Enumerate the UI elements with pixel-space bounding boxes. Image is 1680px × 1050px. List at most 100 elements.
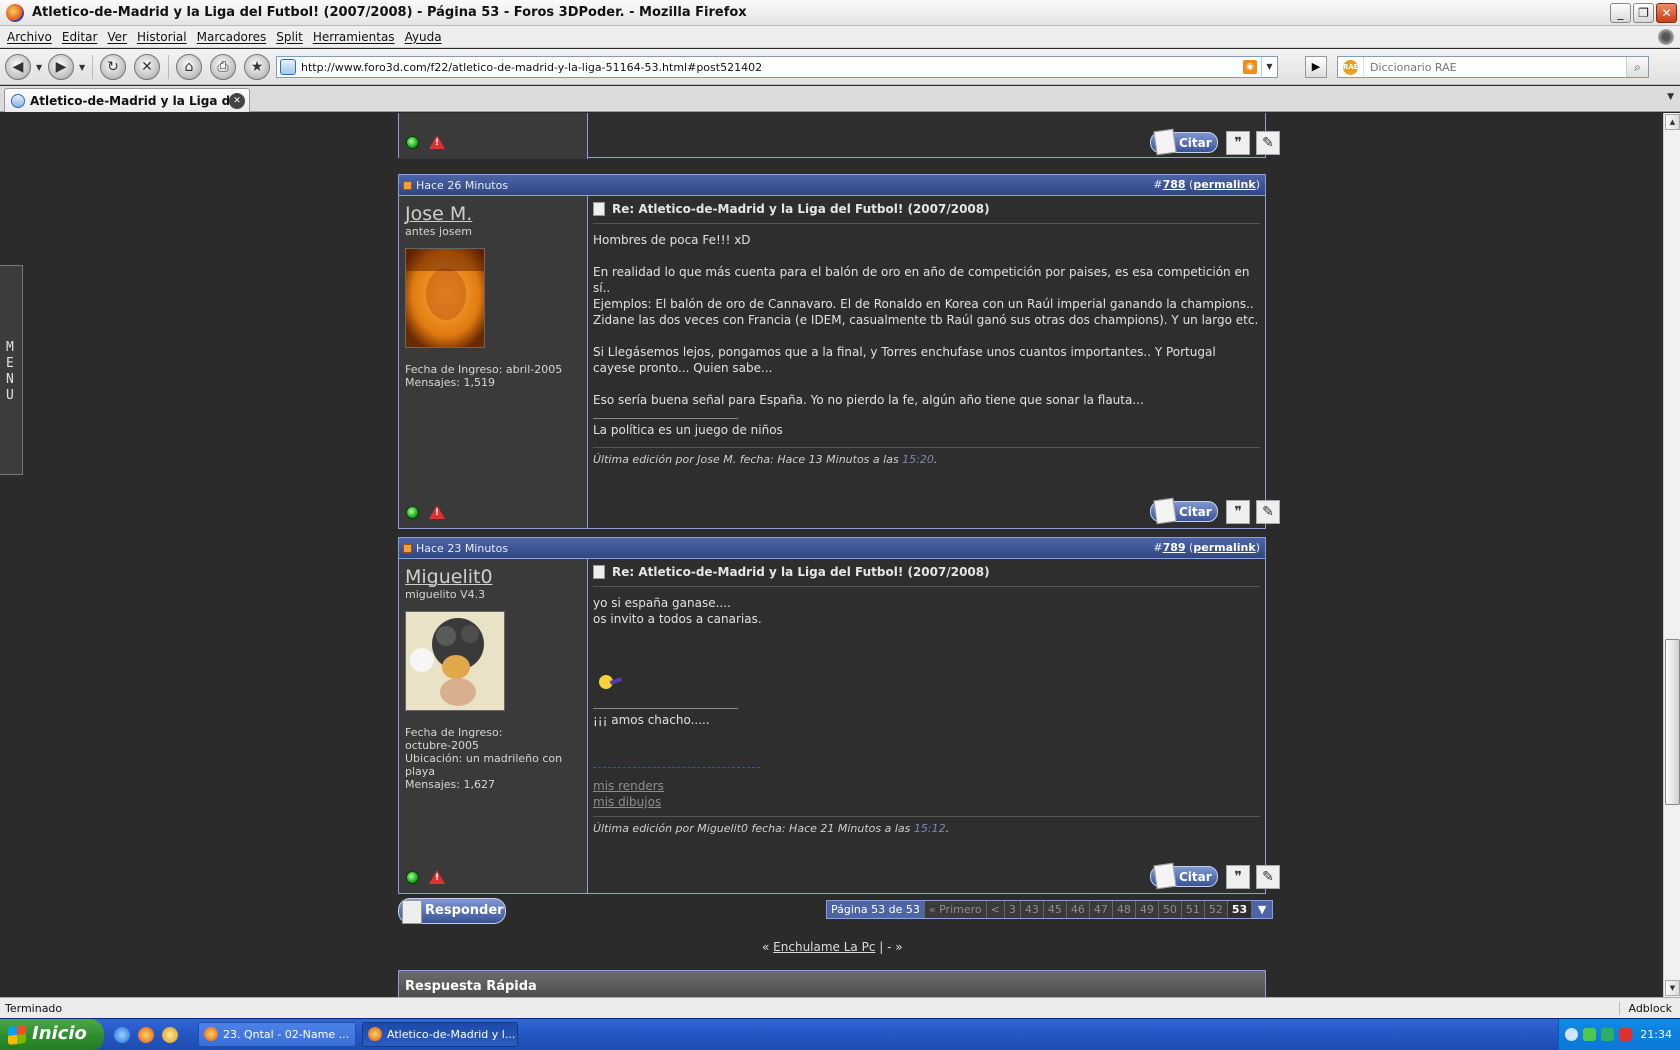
previous-thread-link[interactable]: Enchulame La Pc <box>773 940 875 954</box>
print-icon[interactable]: ⎙ <box>210 54 236 80</box>
edit-note: Última edición por Miguelit0 fecha: Hace… <box>593 816 1260 835</box>
message-column: Re: Atletico-de-Madrid y la Liga del Fut… <box>588 196 1265 495</box>
scroll-down-icon[interactable]: ▼ <box>1665 980 1680 996</box>
maximize-button[interactable]: ❐ <box>1633 3 1654 23</box>
multiquote-icon[interactable]: ❞ <box>1226 500 1250 524</box>
pager-prev-link[interactable]: < <box>987 901 1005 918</box>
menu-marcadores[interactable]: Marcadores <box>194 30 274 44</box>
post-footer: Citar ❞ ✎ <box>399 860 1280 893</box>
search-input[interactable] <box>1364 60 1626 74</box>
scroll-up-icon[interactable]: ▲ <box>1665 114 1680 130</box>
post-footer-actions: Citar ❞ ✎ <box>588 113 1280 159</box>
home-icon[interactable]: ⌂ <box>176 54 202 80</box>
pager-page-link[interactable]: 43 <box>1021 901 1044 918</box>
bookmark-star-icon[interactable]: ★ <box>244 54 270 80</box>
quick-edit-icon[interactable]: ✎ <box>1256 865 1280 889</box>
user-join-label: Fecha de Ingreso: <box>405 726 503 739</box>
quick-edit-icon[interactable]: ✎ <box>1256 131 1280 155</box>
pager-menu-dropdown-icon[interactable]: ▼ <box>1252 901 1273 918</box>
tab-atletico-thread[interactable]: Atletico-de-Madrid y la Liga del F... ✕ <box>4 88 250 112</box>
menu-ver[interactable]: Ver <box>104 30 134 44</box>
quote-button[interactable]: Citar <box>1150 132 1218 153</box>
tab-list-dropdown-icon[interactable]: ▼ <box>1667 92 1674 102</box>
back-icon[interactable]: ◀ <box>5 54 31 80</box>
user-info-column: Miguelit0 miguelito V4.3 Fecha de Ingres… <box>399 559 588 860</box>
winamp-icon[interactable] <box>162 1027 178 1043</box>
pager-page-link[interactable]: 51 <box>1182 901 1205 918</box>
forward-history-dropdown-icon[interactable]: ▼ <box>79 63 85 72</box>
pager-page-link[interactable]: 49 <box>1136 901 1159 918</box>
menu-ayuda[interactable]: Ayuda <box>402 30 449 44</box>
adblock-status[interactable]: Adblock <box>1619 1001 1680 1015</box>
taskbar-clock: 21:34 <box>1640 1028 1672 1041</box>
vertical-scrollbar[interactable]: ▲ ▼ <box>1663 113 1680 997</box>
url-text[interactable]: http://www.foro3d.com/f22/atletico-de-ma… <box>301 61 1243 74</box>
username-link[interactable]: Miguelit0 <box>405 566 587 588</box>
quote-button[interactable]: Citar <box>1150 501 1218 522</box>
edit-note-text: Última edición por Jose M. fecha: Hace 1… <box>593 453 903 466</box>
pager-page-link[interactable]: 52 <box>1205 901 1228 918</box>
tray-network-icon[interactable] <box>1601 1028 1614 1041</box>
username-link[interactable]: Jose M. <box>405 203 587 225</box>
tray-messenger-icon[interactable] <box>1583 1028 1596 1041</box>
search-engine-icon[interactable]: RAE <box>1338 57 1364 77</box>
post-number-link[interactable]: 788 <box>1163 178 1186 191</box>
pager-page-link[interactable]: 3 <box>1005 901 1021 918</box>
url-dropdown-icon[interactable]: ▼ <box>1261 57 1277 77</box>
post-number-link[interactable]: 789 <box>1163 541 1186 554</box>
post-number: #789 (permalink) <box>1153 541 1260 554</box>
pager-first-link[interactable]: « Primero <box>925 901 987 918</box>
report-post-icon[interactable] <box>429 505 445 519</box>
search-bar[interactable]: RAE ⌕ <box>1337 56 1649 78</box>
tab-strip: Atletico-de-Madrid y la Liga del F... ✕ … <box>0 86 1680 112</box>
side-menu-label: MENU <box>6 340 14 403</box>
internet-explorer-icon[interactable] <box>114 1027 130 1043</box>
report-post-icon[interactable] <box>429 135 445 149</box>
quick-edit-icon[interactable]: ✎ <box>1256 500 1280 524</box>
menu-split[interactable]: Split <box>273 30 310 44</box>
post-time-text: Hace 23 Minutos <box>416 542 509 555</box>
rss-feed-icon[interactable]: ◉ <box>1243 60 1257 74</box>
back-history-dropdown-icon[interactable]: ▼ <box>36 63 42 72</box>
menu-archivo[interactable]: Archivo <box>4 30 59 44</box>
stop-icon[interactable]: ✕ <box>134 54 160 80</box>
report-post-icon[interactable] <box>429 870 445 884</box>
taskbar-winamp-button[interactable]: 23. Qntal - 02-Name ... <box>198 1022 356 1047</box>
taskbar-firefox-button[interactable]: Atletico-de-Madrid y l... <box>362 1022 518 1047</box>
user-avatar[interactable] <box>405 248 486 349</box>
forward-icon[interactable]: ▶ <box>48 54 74 80</box>
tab-label: Atletico-de-Madrid y la Liga del F... <box>30 93 229 108</box>
pager-page-link[interactable]: 47 <box>1090 901 1113 918</box>
user-join-date: octubre-2005 <box>405 739 480 752</box>
reload-icon[interactable]: ↻ <box>100 54 126 80</box>
permalink-link[interactable]: permalink <box>1193 178 1255 191</box>
scrollbar-thumb[interactable] <box>1665 639 1680 805</box>
reply-button[interactable]: Responder <box>398 898 506 924</box>
close-window-button[interactable]: ✕ <box>1656 3 1677 23</box>
url-bar[interactable]: http://www.foro3d.com/f22/atletico-de-ma… <box>276 56 1278 78</box>
go-button[interactable]: ▶ <box>1305 56 1327 78</box>
firefox-quicklaunch-icon[interactable] <box>138 1027 154 1043</box>
close-tab-icon[interactable]: ✕ <box>229 92 245 109</box>
pager-page-link[interactable]: 48 <box>1113 901 1136 918</box>
user-avatar[interactable] <box>405 611 506 712</box>
search-icon[interactable]: ⌕ <box>1626 57 1648 77</box>
mis-renders-link[interactable]: mis renders <box>593 779 664 793</box>
pager-page-link[interactable]: 50 <box>1159 901 1182 918</box>
quote-button[interactable]: Citar <box>1150 866 1218 887</box>
menu-editar[interactable]: Editar <box>59 30 105 44</box>
pager-page-link[interactable]: 46 <box>1067 901 1090 918</box>
side-menu-toggle[interactable]: MENU <box>0 265 23 475</box>
permalink-link[interactable]: permalink <box>1193 541 1255 554</box>
minimize-button[interactable]: _ <box>1610 3 1631 23</box>
tray-ati-icon[interactable] <box>1619 1028 1632 1041</box>
site-favicon-icon <box>280 59 296 75</box>
menu-herramientas[interactable]: Herramientas <box>310 30 402 44</box>
mis-dibujos-link[interactable]: mis dibujos <box>593 795 661 809</box>
menu-historial[interactable]: Historial <box>134 30 194 44</box>
start-button[interactable]: Inicio <box>0 1019 104 1050</box>
tray-collapse-icon[interactable] <box>1565 1028 1578 1041</box>
multiquote-icon[interactable]: ❞ <box>1226 131 1250 155</box>
multiquote-icon[interactable]: ❞ <box>1226 865 1250 889</box>
pager-page-link[interactable]: 45 <box>1044 901 1067 918</box>
